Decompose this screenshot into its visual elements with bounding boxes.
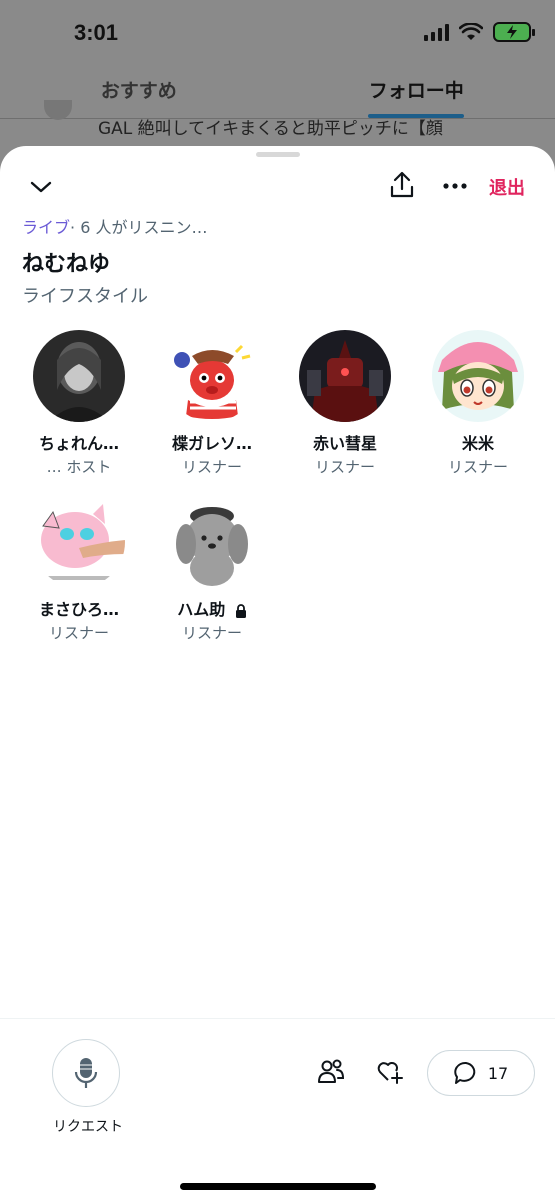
footer-divider (0, 1018, 555, 1019)
minimize-button[interactable] (26, 172, 56, 202)
participant-item[interactable]: ハム助 リスナー (144, 496, 280, 643)
avatar (166, 330, 258, 422)
participant-role: リスナー (314, 458, 375, 476)
wifi-icon (459, 23, 483, 40)
lock-icon (235, 603, 246, 618)
request-mic-button[interactable] (52, 1039, 120, 1107)
people-icon (318, 1059, 345, 1083)
comment-count: 17 (487, 1063, 509, 1083)
space-category: ライフスタイル (22, 286, 148, 307)
share-button[interactable] (388, 170, 416, 200)
avatar (432, 330, 524, 422)
robot-avatar-icon (299, 330, 391, 422)
participant-name: 米米 (461, 434, 494, 453)
status-time: 3:01 (74, 20, 119, 45)
participant-name: ハム助 (144, 596, 280, 620)
participant-item[interactable]: 米米 リスナー (410, 330, 546, 477)
live-label: ライブ (22, 218, 71, 237)
participant-name: まさひろ… (38, 600, 119, 619)
participant-item[interactable]: まさひろ… リスナー (11, 496, 147, 643)
people-button[interactable] (316, 1056, 346, 1086)
avatar (33, 496, 125, 588)
leave-button[interactable]: 退出 (489, 174, 525, 200)
participant-name: ちょれん… (38, 434, 119, 453)
home-indicator (180, 1183, 376, 1190)
comments-button[interactable]: 17 (427, 1050, 535, 1096)
dog-plush-avatar-icon (166, 496, 258, 588)
heart-plus-icon (377, 1062, 403, 1084)
tab-following: フォロー中 (278, 70, 555, 118)
cellular-signal-icon (424, 23, 449, 41)
live-status: ライブ· 6 人がリスニン… (22, 214, 207, 238)
post-snippet: GAL 絶叫してイキまくると助平ピッチに【顔 (98, 119, 443, 139)
photo-avatar-icon (33, 330, 125, 422)
request-label: リクエスト (53, 1119, 123, 1135)
tab-recommended: おすすめ (100, 80, 177, 102)
space-title: ねむねゆ (22, 252, 111, 277)
more-horizontal-icon (443, 183, 467, 189)
octopus-avatar-icon (166, 330, 258, 422)
comment-icon (454, 1061, 476, 1084)
participant-name-text: ハム助 (177, 600, 226, 619)
participant-role: リスナー (447, 458, 508, 476)
sheet-grabber[interactable] (256, 152, 300, 157)
battery-charging-icon (493, 22, 535, 42)
participant-role: リスナー (181, 624, 242, 642)
participant-name: 楪ガレソ… (171, 434, 252, 453)
chevron-down-icon (30, 181, 52, 193)
avatar (33, 330, 125, 422)
anime-avatar-icon (432, 330, 524, 422)
more-options-button[interactable] (440, 176, 470, 196)
pink-plush-avatar-icon (33, 496, 125, 588)
avatar (166, 496, 258, 588)
participant-item[interactable]: 赤い彗星 リスナー (277, 330, 413, 477)
microphone-icon (74, 1058, 98, 1088)
participant-role: リスナー (48, 624, 109, 642)
listener-count-text: · 6 人がリスニン… (70, 218, 208, 237)
feed-tabs: おすすめ フォロー中 (0, 70, 555, 118)
participant-role: リスナー (181, 458, 242, 476)
post-avatar (44, 100, 72, 120)
participant-name: 赤い彗星 (312, 434, 377, 453)
status-bar: 3:01 (0, 0, 555, 66)
participant-role: … ホスト (46, 458, 112, 476)
space-sheet: 退出 ライブ· 6 人がリスニン… ねむねゆ ライフスタイル ちょれん… … ホ… (0, 146, 555, 1200)
participant-item[interactable]: ちょれん… … ホスト (11, 330, 147, 477)
avatar (299, 330, 391, 422)
participant-item[interactable]: 楪ガレソ… リスナー (144, 330, 280, 477)
react-button[interactable] (375, 1056, 405, 1086)
status-icons (424, 22, 535, 42)
share-icon (390, 171, 414, 198)
